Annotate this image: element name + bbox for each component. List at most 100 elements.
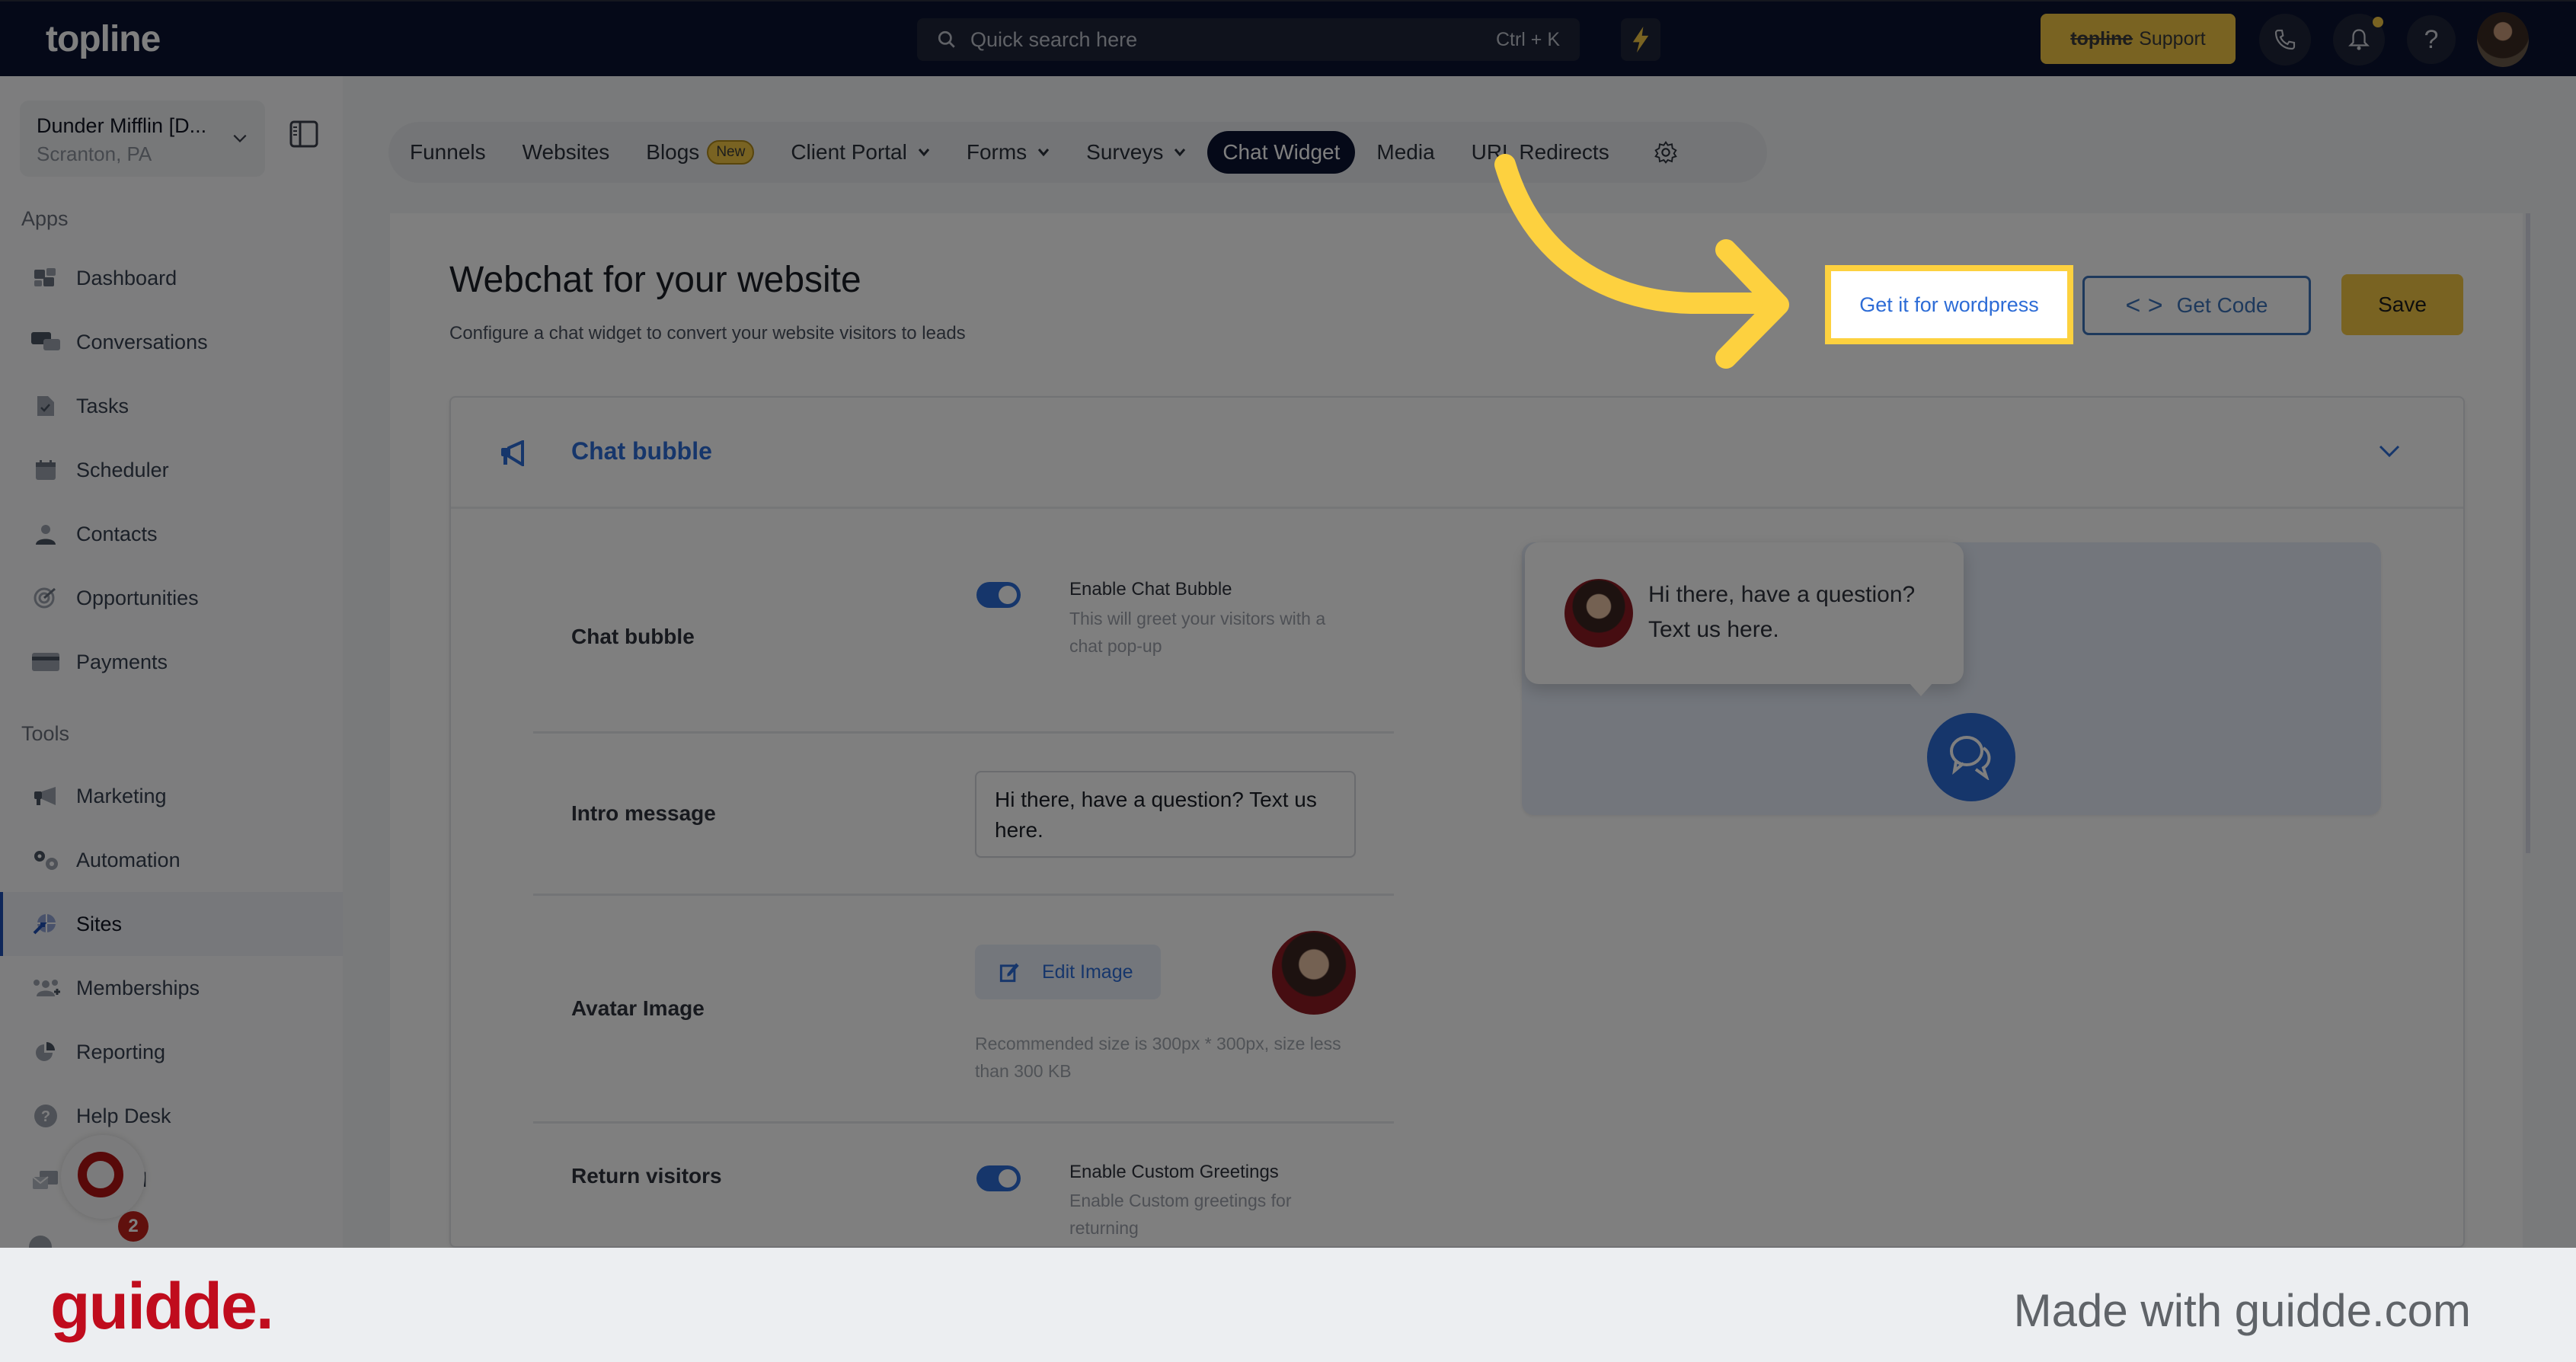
search-icon <box>938 30 955 48</box>
preview-chat-popup: Hi there, have a question? Text us here. <box>1525 542 1964 696</box>
edit-icon <box>999 963 1019 983</box>
calendar-icon <box>30 456 61 484</box>
return-visitors-toggle[interactable] <box>976 1165 1021 1191</box>
tab-label: Blogs <box>646 140 700 164</box>
chevron-down-icon[interactable] <box>2378 443 2401 459</box>
sidebar-item-tasks[interactable]: Tasks <box>0 374 343 438</box>
tab-label: Chat Widget <box>1222 140 1341 164</box>
card-title: Chat bubble <box>571 437 712 465</box>
row-divider <box>533 1121 1394 1124</box>
card-header[interactable]: Chat bubble <box>451 398 2463 509</box>
support-chat-launcher[interactable] <box>61 1135 145 1219</box>
tab-label: Surveys <box>1086 140 1164 164</box>
sidebar-item-label: Reporting <box>76 1040 166 1063</box>
sidebar-item-label: Contacts <box>76 522 158 545</box>
user-avatar[interactable] <box>2477 12 2529 67</box>
page-scrollbar[interactable] <box>2526 213 2530 853</box>
sidebar-item-scheduler[interactable]: Scheduler <box>0 438 343 502</box>
sidebar-item-label: Marketing <box>76 784 167 807</box>
sidebar-collapse-icon[interactable] <box>289 120 318 148</box>
gears-icon <box>30 846 61 874</box>
sidebar-item-sites[interactable]: Sites <box>0 892 343 956</box>
tab-forms[interactable]: Forms <box>967 140 1050 165</box>
tab-surveys[interactable]: Surveys <box>1086 140 1186 165</box>
chat-bubbles-icon <box>1950 736 1991 780</box>
svg-text:?: ? <box>41 1108 50 1125</box>
notifications-button[interactable] <box>2333 14 2385 66</box>
support-button[interactable]: topline Support <box>2041 14 2236 64</box>
code-icon: < > <box>2125 290 2163 320</box>
preview-avatar <box>1564 579 1633 647</box>
tab-websites[interactable]: Websites <box>523 140 610 165</box>
preview-message: Hi there, have a question? Text us here. <box>1648 582 1916 642</box>
sidebar-item-mailfold[interactable]: Mailfold <box>0 1148 343 1212</box>
tab-client-portal[interactable]: Client Portal <box>791 140 930 165</box>
chat-bubble-toggle[interactable] <box>976 582 1021 608</box>
account-name: Dunder Mifflin [D... <box>37 114 207 137</box>
preview-chat-launcher <box>1927 713 2015 801</box>
tab-blogs[interactable]: Blogs New <box>646 140 755 165</box>
tab-chat-widget[interactable]: Chat Widget <box>1207 131 1356 174</box>
quick-search-input[interactable]: Quick search here Ctrl + K <box>917 18 1580 61</box>
get-code-label: Get Code <box>2176 293 2268 317</box>
tools-section-label: Tools <box>21 722 70 745</box>
sidebar-item-memberships[interactable]: Memberships <box>0 956 343 1020</box>
credit-card-icon <box>30 648 61 676</box>
sites-tabs: Funnels Websites Blogs New Client Portal … <box>388 122 1767 183</box>
guidde-logo: guidde. <box>50 1270 274 1343</box>
quick-actions-button[interactable] <box>1621 18 1660 61</box>
tab-media[interactable]: Media <box>1376 140 1434 165</box>
chevron-down-icon <box>233 134 247 142</box>
account-switcher[interactable]: Dunder Mifflin [D... Scranton, PA <box>20 101 265 177</box>
sidebar-item-conversations[interactable]: Conversations <box>0 310 343 374</box>
sidebar-item-dashboard[interactable]: Dashboard <box>0 246 343 310</box>
apps-section-label: Apps <box>21 207 69 230</box>
sidebar-item-label: Scheduler <box>76 458 169 481</box>
help-button[interactable]: ? <box>2407 15 2456 64</box>
caret-down-icon <box>918 149 929 157</box>
sidebar-item-payments[interactable]: Payments <box>0 630 343 694</box>
popup-tail <box>1909 683 1933 696</box>
contact-icon <box>30 520 61 548</box>
return-visitors-label: Return visitors <box>571 1164 722 1188</box>
sidebar-item-reporting[interactable]: Reporting <box>0 1020 343 1084</box>
gear-icon[interactable] <box>1654 140 1678 165</box>
sidebar-item-marketing[interactable]: Marketing <box>0 764 343 828</box>
sidebar-item-label: Payments <box>76 650 168 673</box>
sidebar-item-contacts[interactable]: Contacts <box>0 502 343 566</box>
edit-image-button[interactable]: Edit Image <box>975 945 1161 999</box>
megaphone-icon <box>501 440 524 466</box>
support-label: Support <box>2139 27 2206 50</box>
tab-funnels[interactable]: Funnels <box>410 140 486 165</box>
tasks-icon <box>30 392 61 420</box>
avatar-image-preview <box>1272 931 1356 1015</box>
top-bar: topline Quick search here Ctrl + K topli… <box>0 0 2576 76</box>
pie-chart-icon <box>30 1038 61 1066</box>
bell-icon <box>2348 29 2370 50</box>
topline-logo[interactable]: topline <box>46 18 161 60</box>
get-code-button[interactable]: < > Get Code <box>2082 276 2311 335</box>
tab-label: URL Redirects <box>1471 140 1609 164</box>
sidebar-item-label: Tasks <box>76 394 129 417</box>
page-subtitle: Configure a chat widget to convert your … <box>449 323 966 344</box>
chat-bubble-card: Chat bubble <box>449 396 2465 1248</box>
avatar-image-label: Avatar Image <box>571 996 705 1020</box>
sidebar-item-help-desk[interactable]: ? Help Desk <box>0 1084 343 1148</box>
sidebar-item-automation[interactable]: Automation <box>0 828 343 892</box>
tab-label: Funnels <box>410 140 486 164</box>
dashboard-icon <box>30 264 61 292</box>
intro-message-input[interactable]: Hi there, have a question? Text us here. <box>975 771 1356 858</box>
edit-image-label: Edit Image <box>1042 961 1133 983</box>
guidde-footer: guidde. Made with guidde.com <box>0 1248 2576 1362</box>
sidebar-item-label: Dashboard <box>76 266 177 289</box>
tab-label: Client Portal <box>791 140 907 164</box>
sidebar-item-label: Automation <box>76 848 181 871</box>
target-icon <box>30 584 61 612</box>
tab-label: Websites <box>522 140 610 164</box>
mailfold-icon <box>30 1166 61 1194</box>
get-it-for-wordpress-button[interactable]: Get it for wordpress <box>1825 265 2073 344</box>
sidebar-item-opportunities[interactable]: Opportunities <box>0 566 343 630</box>
save-button[interactable]: Save <box>2341 274 2463 335</box>
tab-url-redirects[interactable]: URL Redirects <box>1472 140 1609 165</box>
phone-button[interactable] <box>2259 14 2311 66</box>
